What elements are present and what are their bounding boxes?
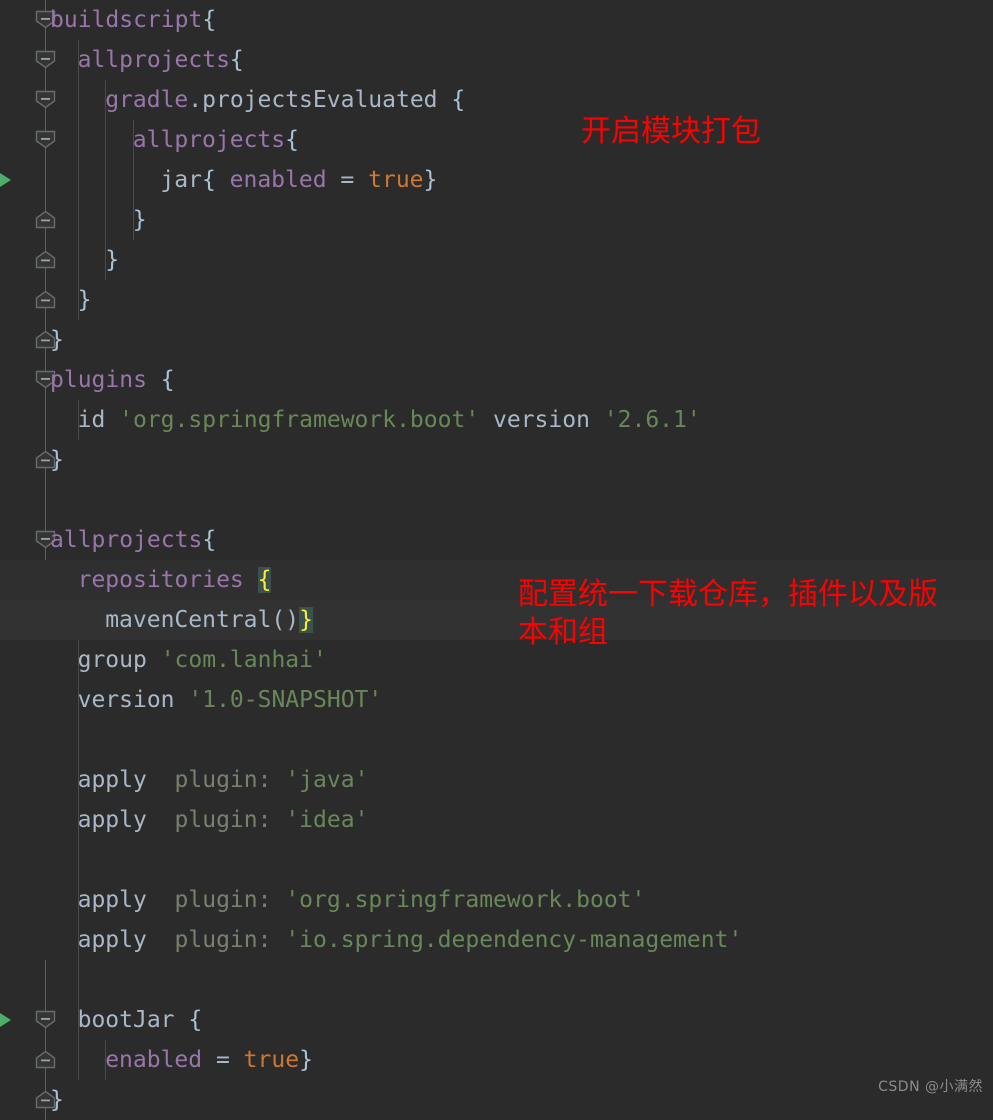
code-token: {	[285, 127, 299, 153]
watermark: CSDN @小满然	[878, 1079, 983, 1095]
code-line[interactable]: }	[0, 280, 993, 320]
code-line[interactable]: allprojects{	[0, 120, 993, 160]
code-line[interactable]: allprojects{	[0, 40, 993, 80]
code-line[interactable]: id 'org.springframework.boot' version '2…	[0, 400, 993, 440]
code-line[interactable]: buildscript{	[0, 0, 993, 40]
code-token: repositories	[77, 567, 258, 593]
code-line[interactable]: apply plugin: 'org.springframework.boot'	[0, 880, 993, 920]
code-line[interactable]: allprojects{	[0, 520, 993, 560]
code-line[interactable]: enabled = true}	[0, 1040, 993, 1080]
code-token: id	[77, 407, 120, 433]
code-line[interactable]	[0, 840, 993, 880]
code-token: 'org.springframework.boot'	[119, 407, 480, 433]
code-editor[interactable]: buildscript{allprojects{gradle.projectsE…	[0, 0, 993, 1120]
code-token: }	[50, 1087, 64, 1113]
code-token: }	[50, 327, 64, 353]
code-token: mavenCentral()	[105, 607, 300, 633]
code-line[interactable]: plugins {	[0, 360, 993, 400]
code-token: enabled	[229, 167, 327, 193]
code-token: true	[243, 1047, 300, 1073]
code-content[interactable]: buildscript{allprojects{gradle.projectsE…	[0, 0, 993, 1113]
code-token: allprojects	[77, 47, 230, 73]
code-token: {	[202, 7, 217, 33]
code-token: true	[368, 167, 424, 193]
code-token: version	[479, 407, 604, 433]
code-token: group	[77, 647, 161, 673]
code-token: }	[423, 167, 438, 193]
code-token: {	[451, 87, 466, 113]
code-token: jar	[160, 167, 202, 193]
code-token: plugins	[50, 367, 161, 393]
code-token: 'java'	[285, 767, 369, 793]
code-line[interactable]: bootJar {	[0, 1000, 993, 1040]
code-token: }	[77, 287, 92, 313]
code-line[interactable]	[0, 480, 993, 520]
code-line[interactable]	[0, 720, 993, 760]
code-token: {	[201, 167, 230, 193]
code-token: allprojects	[50, 527, 203, 553]
code-token: {	[202, 527, 217, 553]
code-token: }	[105, 247, 120, 273]
code-token: plugin:	[174, 927, 272, 953]
code-token: '1.0-SNAPSHOT'	[188, 687, 383, 713]
code-token: enabled	[105, 1047, 203, 1073]
code-token: plugin:	[174, 887, 272, 913]
code-token: apply	[77, 807, 175, 833]
code-line[interactable]: }	[0, 200, 993, 240]
code-token: apply	[77, 767, 175, 793]
code-token: bootJar	[77, 1007, 189, 1033]
code-line[interactable]: gradle.projectsEvaluated {	[0, 80, 993, 120]
code-line[interactable]: }	[0, 240, 993, 280]
code-token: {	[229, 47, 244, 73]
code-token: }	[299, 607, 313, 633]
code-token: {	[257, 567, 272, 593]
code-token: 'com.lanhai'	[160, 647, 327, 673]
code-token: {	[188, 1007, 203, 1033]
annotation-2: 配置统一下载仓库，插件以及版 本和组	[518, 577, 938, 650]
code-line[interactable]	[0, 960, 993, 1000]
code-token: gradle	[105, 87, 189, 113]
code-token: buildscript	[50, 7, 203, 33]
code-line[interactable]: apply plugin: 'idea'	[0, 800, 993, 840]
code-token: }	[50, 447, 64, 473]
code-token: plugin:	[174, 767, 272, 793]
code-token: }	[299, 1047, 313, 1073]
code-line[interactable]: }	[0, 320, 993, 360]
code-token: }	[132, 207, 147, 233]
code-token: version	[77, 687, 189, 713]
code-token: apply	[77, 887, 175, 913]
code-token: 'idea'	[285, 807, 369, 833]
code-token: allprojects	[132, 127, 286, 153]
code-line[interactable]: }	[0, 440, 993, 480]
code-token: plugin:	[174, 807, 272, 833]
code-token: .projectsEvaluated	[188, 87, 452, 113]
code-token: {	[160, 367, 175, 393]
code-token: 'io.spring.dependency-management'	[285, 927, 743, 953]
code-token: 'org.springframework.boot'	[285, 887, 646, 913]
code-token: '2.6.1'	[603, 407, 701, 433]
code-token: =	[202, 1047, 244, 1073]
code-token: =	[326, 167, 369, 193]
code-line[interactable]: version '1.0-SNAPSHOT'	[0, 680, 993, 720]
annotation-1: 开启模块打包	[581, 114, 761, 149]
code-line[interactable]: }	[0, 1080, 993, 1120]
code-line[interactable]: apply plugin: 'io.spring.dependency-mana…	[0, 920, 993, 960]
code-token: apply	[77, 927, 175, 953]
code-line[interactable]: apply plugin: 'java'	[0, 760, 993, 800]
code-line[interactable]: jar{ enabled = true}	[0, 160, 993, 200]
